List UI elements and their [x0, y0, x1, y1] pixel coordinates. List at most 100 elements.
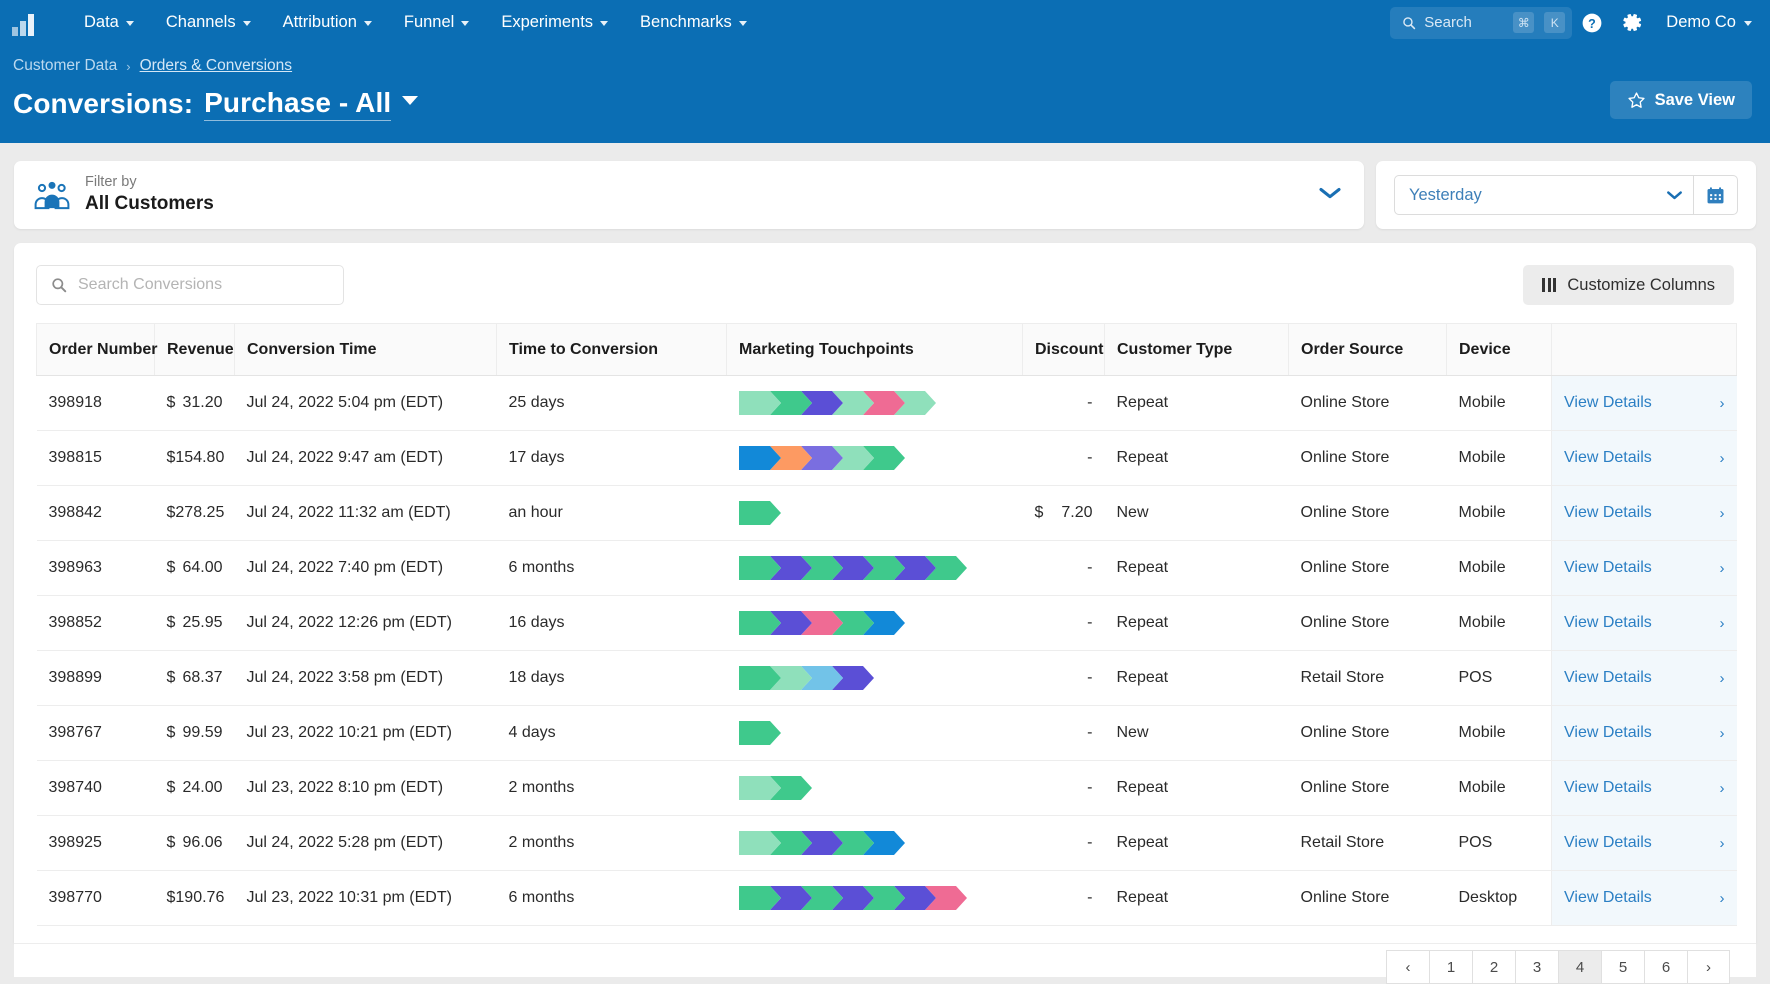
breadcrumb-item-orders-conversions[interactable]: Orders & Conversions: [140, 57, 292, 75]
view-details-link[interactable]: View Details›: [1564, 449, 1725, 467]
view-details-link[interactable]: View Details›: [1564, 559, 1725, 577]
discount-amount: -: [1087, 559, 1092, 577]
cell-revenue: $278.25: [155, 486, 235, 541]
touchpoint-segment[interactable]: [739, 831, 781, 855]
column-header-actions: [1552, 324, 1737, 376]
chevron-down-icon[interactable]: [402, 96, 418, 105]
filter-by-label: Filter by: [85, 173, 214, 193]
column-header-time-to-conversion[interactable]: Time to Conversion: [497, 324, 727, 376]
calendar-picker-button[interactable]: [1693, 176, 1737, 214]
view-details-link[interactable]: View Details›: [1564, 889, 1725, 907]
pagination-page-4[interactable]: 4: [1558, 950, 1601, 984]
column-header-order-number[interactable]: Order Number: [37, 324, 155, 376]
column-header-order-source[interactable]: Order Source: [1289, 324, 1447, 376]
pagination-page-1[interactable]: 1: [1429, 950, 1472, 984]
discount-amount: -: [1087, 614, 1092, 632]
cell-device: Mobile: [1447, 706, 1552, 761]
date-range-select[interactable]: Yesterday: [1394, 175, 1738, 215]
cell-discount: -: [1023, 651, 1105, 706]
pagination-page-3[interactable]: 3: [1515, 950, 1558, 984]
column-header-marketing-touchpoints[interactable]: Marketing Touchpoints: [727, 324, 1023, 376]
pagination-page-5[interactable]: 5: [1601, 950, 1644, 984]
pagination-page-›[interactable]: ›: [1687, 950, 1730, 984]
pagination-page-2[interactable]: 2: [1472, 950, 1515, 984]
chevron-down-icon: [461, 21, 469, 26]
view-details-label: View Details: [1564, 504, 1652, 522]
view-details-link[interactable]: View Details›: [1564, 669, 1725, 687]
touchpoint-segment[interactable]: [739, 776, 781, 800]
table-row[interactable]: 398963$64.00Jul 24, 2022 7:40 pm (EDT)6 …: [37, 541, 1737, 596]
view-details-link[interactable]: View Details›: [1564, 394, 1725, 412]
touchpoint-segment[interactable]: [739, 666, 781, 690]
table-row[interactable]: 398899$68.37Jul 24, 2022 3:58 pm (EDT)18…: [37, 651, 1737, 706]
nav-item-data[interactable]: Data: [68, 7, 150, 38]
cell-device: Mobile: [1447, 376, 1552, 431]
view-details-link[interactable]: View Details›: [1564, 614, 1725, 632]
view-details-link[interactable]: View Details ›: [1564, 504, 1725, 522]
revenue-amount: 64.00: [182, 559, 222, 577]
view-details-label: View Details: [1564, 779, 1652, 797]
chevron-right-icon: ›: [1720, 505, 1725, 522]
breadcrumb: Customer Data › Orders & Conversions: [13, 57, 1752, 75]
cell-device: Mobile: [1447, 486, 1552, 541]
cell-marketing-touchpoints: [727, 376, 1023, 431]
table-row[interactable]: 398767$99.59Jul 23, 2022 10:21 pm (EDT)4…: [37, 706, 1737, 761]
touchpoint-segment[interactable]: [739, 721, 781, 745]
table-row[interactable]: 398852$25.95Jul 24, 2022 12:26 pm (EDT)1…: [37, 596, 1737, 651]
search-icon: [1402, 16, 1416, 30]
table-row[interactable]: 398740$24.00Jul 23, 2022 8:10 pm (EDT)2 …: [37, 761, 1737, 816]
analytics-logo[interactable]: [12, 10, 38, 36]
touchpoint-segment[interactable]: [739, 886, 781, 910]
view-details-label: View Details: [1564, 559, 1652, 577]
table-row[interactable]: 398925$96.06Jul 24, 2022 5:28 pm (EDT)2 …: [37, 816, 1737, 871]
cell-discount: -: [1023, 541, 1105, 596]
date-range-chevron-button[interactable]: [1655, 190, 1693, 201]
touchpoint-segment[interactable]: [739, 556, 781, 580]
cell-order-number: 398918: [37, 376, 155, 431]
column-header-device[interactable]: Device: [1447, 324, 1552, 376]
account-menu[interactable]: Demo Co: [1652, 7, 1756, 38]
nav-item-funnel[interactable]: Funnel: [388, 7, 485, 38]
revenue-currency: $: [167, 449, 176, 467]
help-button[interactable]: ?: [1572, 3, 1612, 43]
cell-revenue: $190.76: [155, 871, 235, 926]
touchpoint-segment[interactable]: [739, 446, 781, 470]
view-details-link[interactable]: View Details›: [1564, 834, 1725, 852]
filter-expand-button[interactable]: [1318, 186, 1342, 205]
touchpoint-segment[interactable]: [739, 611, 781, 635]
cell-actions: View Details›: [1552, 761, 1737, 816]
touchpoint-segment[interactable]: [739, 501, 781, 525]
view-details-link[interactable]: View Details›: [1564, 724, 1725, 742]
save-view-button[interactable]: Save View: [1610, 81, 1752, 119]
column-header-customer-type[interactable]: Customer Type: [1105, 324, 1289, 376]
column-header-discount[interactable]: Discount: [1023, 324, 1105, 376]
view-details-link[interactable]: View Details›: [1564, 779, 1725, 797]
cell-time-to-conversion: 2 months: [497, 761, 727, 816]
date-range-value[interactable]: Yesterday: [1395, 186, 1655, 205]
chevron-down-icon: [243, 21, 251, 26]
touchpoint-segment[interactable]: [739, 391, 781, 415]
search-conversions-input[interactable]: Search Conversions: [36, 265, 344, 305]
revenue-amount: 190.76: [175, 889, 224, 907]
pagination-page-‹[interactable]: ‹: [1386, 950, 1429, 984]
global-search-input[interactable]: Search ⌘ K: [1390, 7, 1572, 39]
cell-time-to-conversion: 6 months: [497, 871, 727, 926]
column-header-conversion-time[interactable]: Conversion Time: [235, 324, 497, 376]
revenue-amount: 68.37: [182, 669, 222, 687]
customer-filter-card[interactable]: Filter by All Customers: [14, 161, 1364, 229]
settings-button[interactable]: [1612, 3, 1652, 43]
cell-conversion-time: Jul 24, 2022 11:32 am (EDT): [235, 486, 497, 541]
customize-columns-button[interactable]: Customize Columns: [1523, 265, 1734, 305]
table-row[interactable]: 398815$154.80Jul 24, 2022 9:47 am (EDT)1…: [37, 431, 1737, 486]
nav-item-attribution[interactable]: Attribution: [267, 7, 388, 38]
conversion-type-selector[interactable]: Purchase - All: [204, 87, 391, 121]
nav-item-channels[interactable]: Channels: [150, 7, 267, 38]
nav-item-benchmarks[interactable]: Benchmarks: [624, 7, 763, 38]
breadcrumb-item-customer-data[interactable]: Customer Data: [13, 57, 117, 75]
table-row[interactable]: 398918$31.20Jul 24, 2022 5:04 pm (EDT)25…: [37, 376, 1737, 431]
column-header-revenue[interactable]: Revenue: [155, 324, 235, 376]
table-row[interactable]: 398770$190.76Jul 23, 2022 10:31 pm (EDT)…: [37, 871, 1737, 926]
pagination-page-6[interactable]: 6: [1644, 950, 1687, 984]
table-row[interactable]: 398842$278.25Jul 24, 2022 11:32 am (EDT)…: [37, 486, 1737, 541]
nav-item-experiments[interactable]: Experiments: [485, 7, 624, 38]
